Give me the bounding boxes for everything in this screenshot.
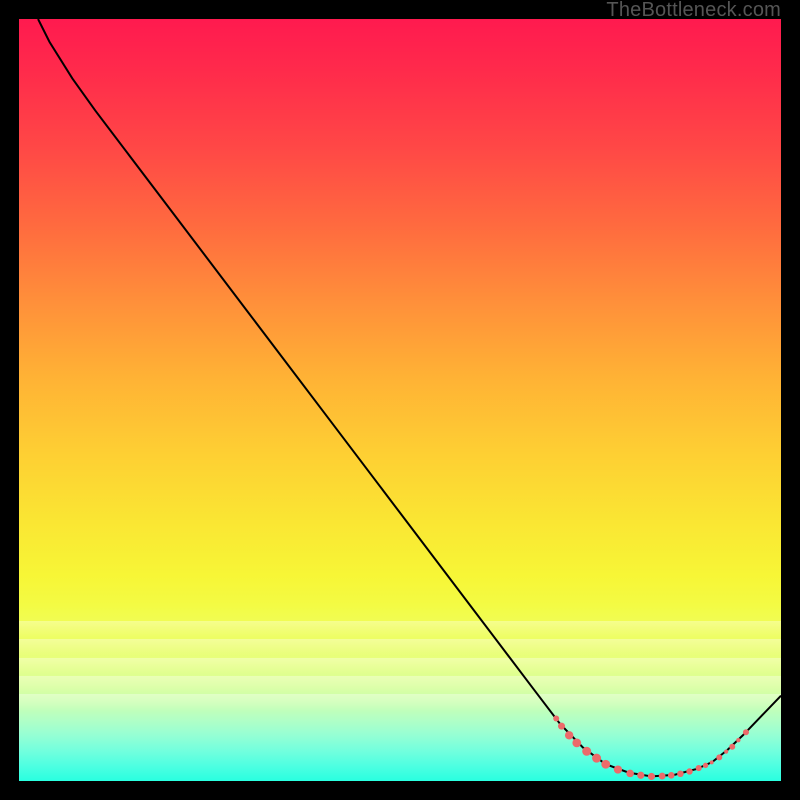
marker-dot bbox=[729, 744, 735, 750]
marker-dot bbox=[601, 760, 610, 769]
marker-dot bbox=[572, 739, 581, 748]
marker-dot bbox=[716, 754, 722, 760]
marker-dot bbox=[582, 747, 591, 756]
marker-dot bbox=[648, 773, 655, 780]
marker-dot bbox=[724, 750, 728, 754]
marker-dot bbox=[686, 768, 692, 774]
plot-area bbox=[19, 19, 781, 781]
markers-group bbox=[553, 716, 749, 781]
marker-dot bbox=[626, 770, 634, 778]
marker-dot bbox=[592, 754, 601, 763]
marker-dot bbox=[553, 716, 559, 722]
marker-dot bbox=[696, 765, 702, 771]
marker-dot bbox=[710, 760, 714, 764]
marker-dot bbox=[637, 772, 644, 779]
marker-dot bbox=[677, 770, 684, 777]
marker-dot bbox=[743, 729, 749, 735]
marker-dot bbox=[668, 772, 675, 779]
marker-dot bbox=[659, 773, 666, 780]
marker-dot bbox=[565, 731, 573, 739]
marker-dot bbox=[736, 738, 740, 742]
marker-dot bbox=[558, 723, 565, 730]
marker-dot bbox=[614, 765, 622, 773]
chart-stage: TheBottleneck.com bbox=[0, 0, 800, 800]
markers-layer bbox=[19, 19, 781, 781]
marker-dot bbox=[703, 763, 708, 768]
